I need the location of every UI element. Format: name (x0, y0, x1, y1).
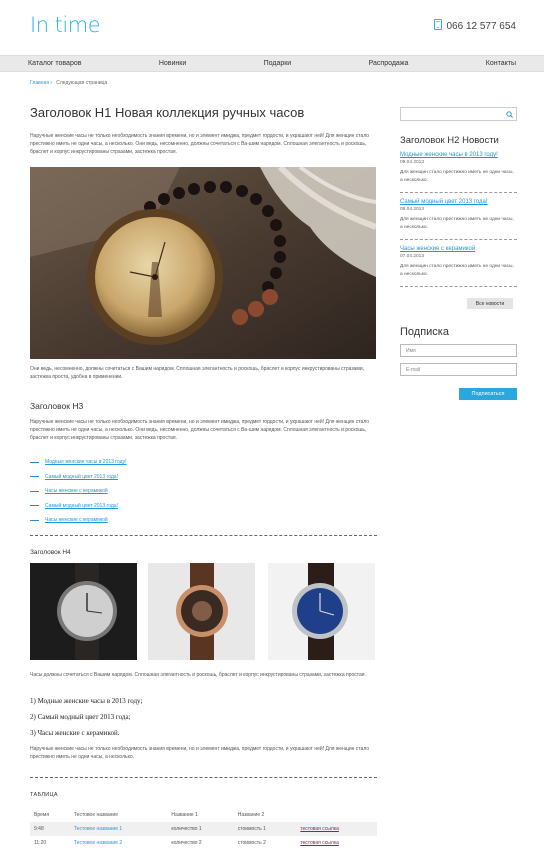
paragraph-2: Наручные женские часы не только необходи… (30, 419, 370, 442)
table-row: 9:48 Тестовое название 1 количество 1 ст… (30, 822, 377, 836)
news-date: 07.04.2013 (400, 254, 425, 259)
all-news-button[interactable]: Все новости (467, 298, 513, 309)
intro-paragraph: Наручные женские часы не только необходи… (30, 133, 370, 156)
image-caption: Они ведь, несомненно, должны сочетаться … (30, 365, 365, 380)
name-field[interactable]: Имя (400, 344, 517, 357)
heading-h4: Заголовок H4 (30, 549, 71, 556)
search-input[interactable] (400, 107, 517, 121)
news-item: Часы женские с керамикой 07.04.2013 Для … (400, 240, 517, 287)
table-cell: стоимость 1 (237, 826, 266, 832)
news-item: Модные женские часы в 2013 году! 09.04.2… (400, 146, 517, 193)
paragraph-3: Часы должны сочетаться с Вашим нарядом. … (30, 672, 366, 678)
main-nav: Каталог товаров Новинки Подарки Распрода… (0, 55, 544, 72)
breadcrumb-current: Следующая страница (56, 80, 108, 86)
table-row: 11:20 Тестовое название 2 количество 2 с… (30, 836, 377, 850)
table-header: Название 1 (171, 812, 198, 818)
table-header: Название 2 (237, 812, 265, 818)
paragraph-4: Наручные женские часы не только необходи… (30, 746, 370, 761)
nav-item-catalog[interactable]: Каталог товаров (28, 60, 81, 67)
ordered-list: 1) Модные женские часы в 2013 году; 2) С… (30, 697, 142, 745)
nav-item-contacts[interactable]: Контакты (486, 60, 516, 67)
watch-image-3[interactable] (268, 563, 375, 660)
ordered-item: 2) Самый модный цвет 2013 года; (30, 713, 131, 721)
watch-image-1[interactable] (30, 563, 137, 660)
nav-item-gifts[interactable]: Подарки (264, 60, 292, 67)
ordered-item: 3) Часы женские с керамикой. (30, 729, 120, 737)
page-title: Заголовок H1 Новая коллекция ручных часо… (30, 105, 305, 120)
news-heading: Заголовок H2 Новости (400, 135, 499, 146)
news-title-link[interactable]: Самый модный цвет 2013 года! (400, 199, 488, 205)
news-item: Самый модный цвет 2013 года! 08.04.2013 … (400, 193, 517, 240)
nav-item-new[interactable]: Новинки (159, 60, 186, 67)
news-text: Для женщин стало престижно иметь не одни… (400, 217, 514, 230)
list-item: Часы женские с керамикой (30, 484, 127, 499)
list-link[interactable]: Часы женские с керамикой (45, 488, 108, 494)
list-link[interactable]: Самый модный цвет 2013 года! (45, 503, 118, 509)
nav-item-sale[interactable]: Распродажа (369, 60, 409, 67)
table-header: Время (34, 812, 50, 818)
table-cell[interactable]: тестовая ссылка (296, 822, 377, 836)
table-cell: количество 1 (171, 826, 202, 832)
news-text: Для женщин стало престижно иметь не одни… (400, 170, 514, 183)
main-content: Заголовок H1 Новая коллекция ручных часо… (30, 105, 377, 381)
list-link[interactable]: Самый модный цвет 2013 года! (45, 474, 118, 480)
ordered-item: 1) Модные женские часы в 2013 году; (30, 697, 143, 705)
list-item: Самый модный цвет 2013 года! (30, 470, 127, 485)
heading-h3: Заголовок H3 (30, 401, 84, 411)
phone-text: 066 12 577 654 (446, 20, 516, 32)
table-header (296, 808, 377, 822)
list-item: Модные женские часы в 2013 году! (30, 455, 127, 470)
news-date: 08.04.2013 (400, 207, 425, 212)
site-header: In time 066 12 577 654 (0, 0, 544, 55)
table-cell: стоимость 2 (237, 840, 266, 846)
logo[interactable]: In time (30, 13, 101, 37)
divider (30, 535, 377, 536)
link-list: Модные женские часы в 2013 году! Самый м… (30, 455, 127, 528)
table-title: ТАБЛИЦА (30, 792, 58, 798)
list-item: Часы женские с керамикой (30, 513, 127, 528)
watch-image-2[interactable] (148, 563, 255, 660)
table-cell[interactable]: тестовая ссылка (296, 836, 377, 850)
data-table: Время Тестовое название Название 1 Назва… (30, 808, 377, 850)
table-cell[interactable]: Тестовое название 2 (70, 836, 167, 850)
news-text: Для женщин стало престижно иметь не одни… (400, 264, 514, 277)
subscribe-heading: Подписка (400, 326, 449, 338)
table-header: Тестовое название (73, 812, 119, 818)
hero-image-pocket-watch (30, 166, 376, 359)
list-item: Самый модный цвет 2013 года! (30, 499, 127, 514)
news-title-link[interactable]: Часы женские с керамикой (400, 246, 475, 252)
divider (30, 777, 377, 778)
table-header-row: Время Тестовое название Название 1 Назва… (30, 808, 377, 822)
table-cell[interactable]: Тестовое название 1 (70, 822, 167, 836)
news-date: 09.04.2013 (400, 160, 425, 165)
list-link[interactable]: Модные женские часы в 2013 году! (45, 459, 127, 465)
breadcrumb: Главная › Следующая страница (30, 80, 107, 86)
news-title-link[interactable]: Модные женские часы в 2013 году! (400, 152, 498, 158)
sidebar: Заголовок H2 Новости Модные женские часы… (400, 107, 517, 400)
breadcrumb-home[interactable]: Главная (30, 80, 49, 86)
breadcrumb-separator: › (50, 80, 53, 86)
subscribe-button[interactable]: Подписаться (459, 388, 517, 400)
phone-icon (434, 19, 443, 33)
phone-number: 066 12 577 654 (434, 19, 516, 33)
email-field[interactable]: E-mail (400, 363, 517, 376)
table-cell: количество 2 (171, 840, 202, 846)
table-cell: 9:48 (34, 826, 44, 832)
table-cell: 11:20 (34, 840, 47, 846)
list-link[interactable]: Часы женские с керамикой (45, 517, 108, 523)
